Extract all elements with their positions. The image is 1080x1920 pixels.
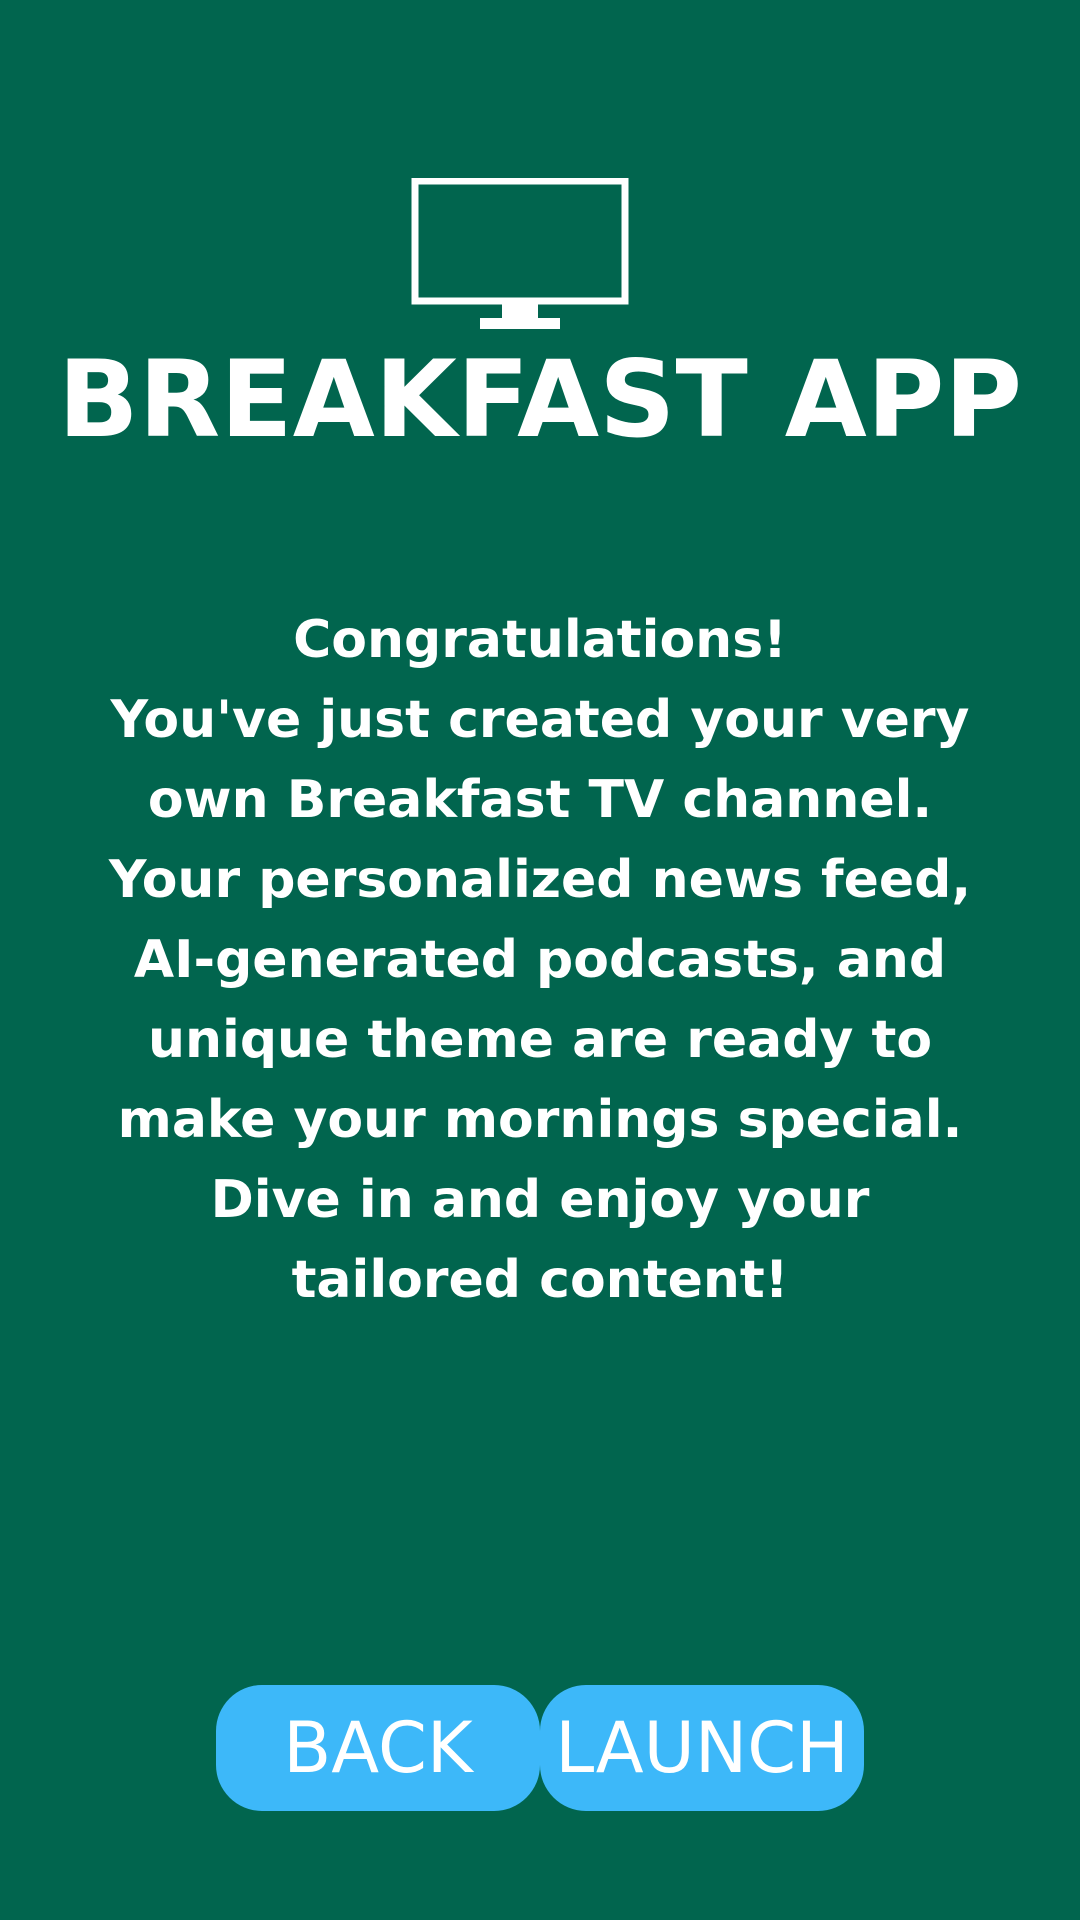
message-line: Dive in and enjoy your [210,1170,870,1230]
launch-button[interactable]: LAUNCH [540,1685,864,1811]
message-line: Congratulations! [293,610,787,670]
message-line: own Breakfast TV channel. [147,770,933,830]
message-line: AI-generated podcasts, and [133,930,947,990]
back-button[interactable]: BACK [216,1685,540,1811]
message-line: Your personalized news feed, [108,850,972,910]
message-line: unique theme are ready to [147,1010,933,1070]
message-line: tailored content! [291,1250,789,1310]
message-line: make your mornings special. [117,1090,963,1150]
button-row: BACK LAUNCH [216,1685,864,1811]
confirmation-screen: BREAKFAST APP Congratulations! You've ju… [0,0,1080,1920]
congratulations-message: Congratulations! You've just created you… [100,600,980,1320]
message-line: You've just created your very [110,690,970,750]
app-title: BREAKFAST APP [57,338,1023,461]
tv-icon [411,178,629,329]
